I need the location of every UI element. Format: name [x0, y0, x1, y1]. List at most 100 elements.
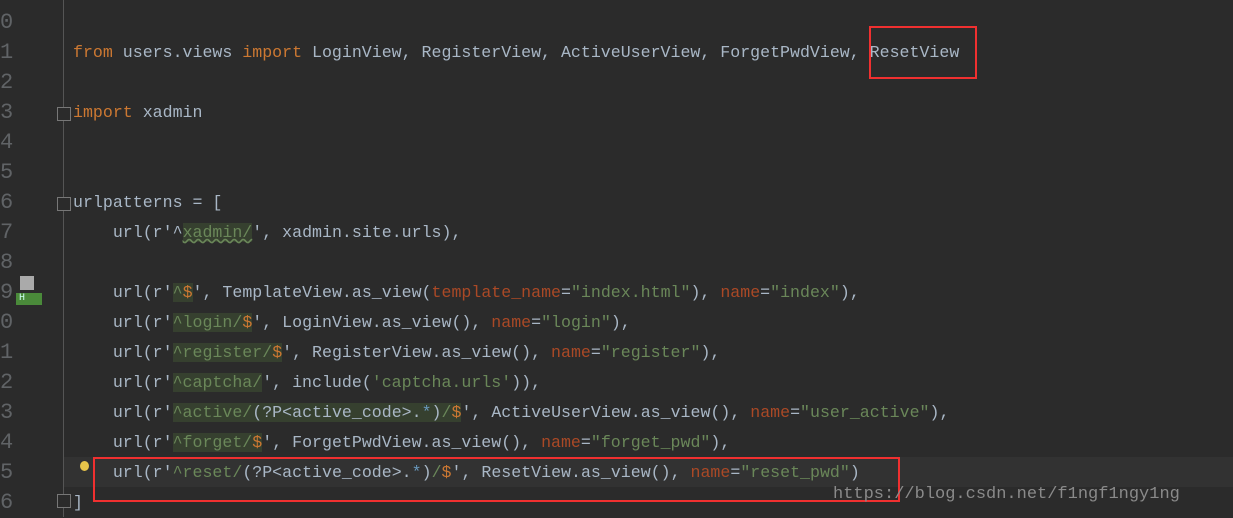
- line-number: 6: [0, 490, 14, 515]
- code-token: "index.html": [570, 283, 691, 302]
- highlight-box-resetview-import: [869, 26, 977, 79]
- code-line[interactable]: url(r'^forget/$', ForgetPwdView.as_view(…: [73, 428, 730, 458]
- code-token: xadmin: [142, 103, 203, 122]
- code-line[interactable]: url(r'^login/$', LoginView.as_view(), na…: [73, 308, 631, 338]
- watermark: https://blog.csdn.net/f1ngf1ngy1ng: [833, 485, 1180, 504]
- code-token: template_name: [431, 283, 561, 302]
- code-token: urlpatterns = [: [73, 193, 223, 212]
- code-line[interactable]: url(r'^register/$', RegisterView.as_view…: [73, 338, 720, 368]
- code-token: url(r': [73, 403, 173, 422]
- fold-icon[interactable]: [57, 197, 71, 211]
- code-token: url(r': [73, 283, 173, 302]
- code-line[interactable]: urlpatterns = [: [73, 188, 222, 218]
- code-token: ): [431, 403, 442, 422]
- code-token: url(r': [73, 313, 173, 332]
- gutter-divider: [63, 0, 64, 517]
- code-token: $: [252, 433, 263, 452]
- code-token: ', ActiveUserView.as_view(),: [461, 403, 751, 422]
- code-token: "register": [600, 343, 701, 362]
- line-number: 3: [0, 100, 14, 125]
- code-token: )),: [511, 373, 542, 392]
- code-token: ),: [929, 403, 950, 422]
- code-token: ^: [172, 223, 183, 242]
- code-token: =: [580, 433, 591, 452]
- code-token: =: [760, 283, 771, 302]
- code-token: ),: [839, 283, 860, 302]
- line-number: 5: [0, 160, 14, 185]
- code-token: $: [272, 343, 283, 362]
- code-token: ', LoginView.as_view(),: [252, 313, 492, 332]
- line-number: 4: [0, 430, 14, 455]
- gutter-badge: H: [16, 293, 42, 305]
- code-token: name: [750, 403, 791, 422]
- code-line[interactable]: ]: [73, 488, 83, 518]
- line-number: 2: [0, 370, 14, 395]
- code-token: LoginView, RegisterView, ActiveUserView,…: [312, 43, 960, 62]
- line-number: 6: [0, 190, 14, 215]
- line-number: 1: [0, 340, 14, 365]
- code-token: >.: [401, 403, 422, 422]
- code-token: $: [182, 283, 193, 302]
- lightbulb-icon[interactable]: [80, 461, 89, 471]
- code-line[interactable]: url(r'^xadmin/', xadmin.site.urls),: [73, 218, 461, 248]
- line-number: 0: [0, 310, 14, 335]
- code-token: ^: [172, 283, 183, 302]
- line-number: 2: [0, 70, 14, 95]
- code-token: ^forget/: [172, 433, 253, 452]
- code-token: =: [560, 283, 571, 302]
- code-token: $: [451, 403, 462, 422]
- bookmark-icon[interactable]: [20, 276, 34, 290]
- code-token: ^register/: [172, 343, 273, 362]
- code-token: "forget_pwd": [590, 433, 711, 452]
- line-number: 0: [0, 10, 14, 35]
- code-token: ', xadmin.site.urls),: [252, 223, 462, 242]
- code-line[interactable]: url(r'^active/(?P<active_code>.*)/$', Ac…: [73, 398, 949, 428]
- line-number: 7: [0, 220, 14, 245]
- line-number: 5: [0, 460, 14, 485]
- line-number: 8: [0, 250, 14, 275]
- code-token: name: [491, 313, 532, 332]
- line-number-gutter: 01234567890123456: [0, 0, 60, 517]
- code-token: =: [531, 313, 542, 332]
- code-token: active_code: [292, 403, 402, 422]
- code-token: name: [541, 433, 581, 452]
- code-token: $: [242, 313, 253, 332]
- line-number: 1: [0, 40, 14, 65]
- code-token: ]: [73, 493, 83, 512]
- code-token: name: [551, 343, 591, 362]
- code-line[interactable]: url(r'^captcha/', include('captcha.urls'…: [73, 368, 541, 398]
- fold-icon[interactable]: [57, 494, 71, 508]
- code-token: from: [73, 43, 123, 62]
- code-token: ),: [610, 313, 631, 332]
- code-token: ),: [710, 433, 731, 452]
- code-line[interactable]: from users.views import LoginView, Regis…: [73, 38, 959, 68]
- code-token: ),: [700, 343, 721, 362]
- code-token: ),: [690, 283, 721, 302]
- code-token: xadmin/: [182, 223, 253, 242]
- code-token: =: [590, 343, 601, 362]
- code-line[interactable]: import xadmin: [73, 98, 202, 128]
- code-token: users.views: [122, 43, 243, 62]
- code-token: 'captcha.urls': [371, 373, 512, 392]
- code-token: "index": [770, 283, 840, 302]
- code-token: /: [441, 403, 452, 422]
- code-token: "login": [541, 313, 611, 332]
- code-token: url(r': [73, 433, 173, 452]
- code-token: ', ForgetPwdView.as_view(),: [262, 433, 542, 452]
- code-token: ^captcha/: [172, 373, 263, 392]
- highlight-box-reset-url: [93, 457, 900, 502]
- code-token: url(r': [73, 343, 173, 362]
- code-token: *: [421, 403, 432, 422]
- code-token: "user_active": [800, 403, 930, 422]
- code-token: import: [242, 43, 313, 62]
- code-token: url(r': [73, 373, 173, 392]
- code-token: name: [720, 283, 761, 302]
- fold-icon[interactable]: [57, 107, 71, 121]
- code-token: ', TemplateView.as_view(: [192, 283, 432, 302]
- code-token: url(r': [73, 223, 173, 242]
- code-token: =: [790, 403, 801, 422]
- code-token: ', RegisterView.as_view(),: [282, 343, 552, 362]
- code-line[interactable]: url(r'^$', TemplateView.as_view(template…: [73, 278, 860, 308]
- code-token: (?P<: [252, 403, 293, 422]
- code-token: import: [73, 103, 143, 122]
